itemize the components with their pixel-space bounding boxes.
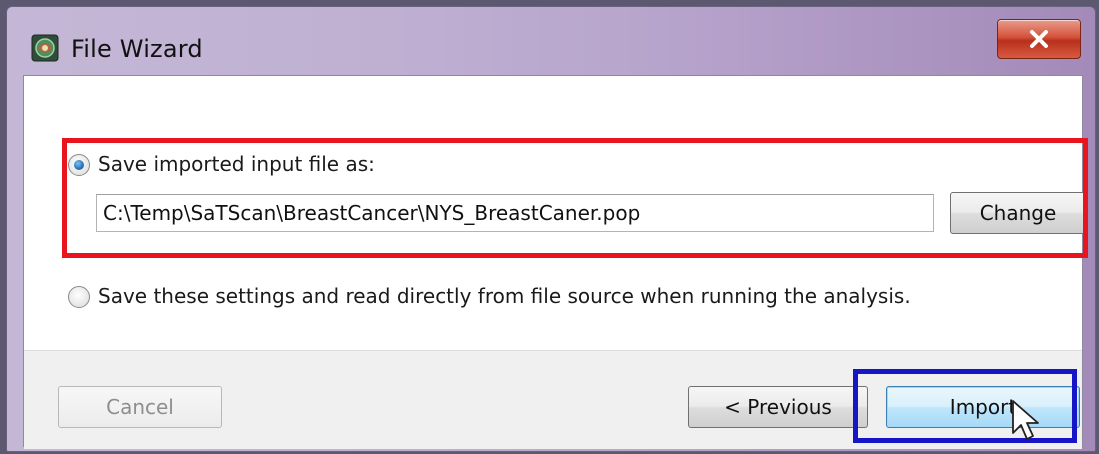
cancel-button[interactable]: Cancel (58, 386, 222, 428)
window-title: File Wizard (71, 35, 203, 63)
highlight-box-import (853, 369, 1077, 443)
read-directly-radio[interactable] (68, 286, 90, 308)
previous-button[interactable]: < Previous (688, 386, 868, 428)
highlight-box-save-option (62, 138, 1088, 258)
file-wizard-window: File Wizard Save imported input file as:… (6, 6, 1096, 452)
mouse-cursor-icon (1012, 400, 1039, 440)
title-bar[interactable]: File Wizard (7, 7, 1095, 75)
close-icon (1030, 30, 1048, 48)
satscan-app-icon (31, 34, 59, 62)
read-directly-label: Save these settings and read directly fr… (98, 284, 911, 308)
close-button[interactable] (997, 19, 1081, 59)
